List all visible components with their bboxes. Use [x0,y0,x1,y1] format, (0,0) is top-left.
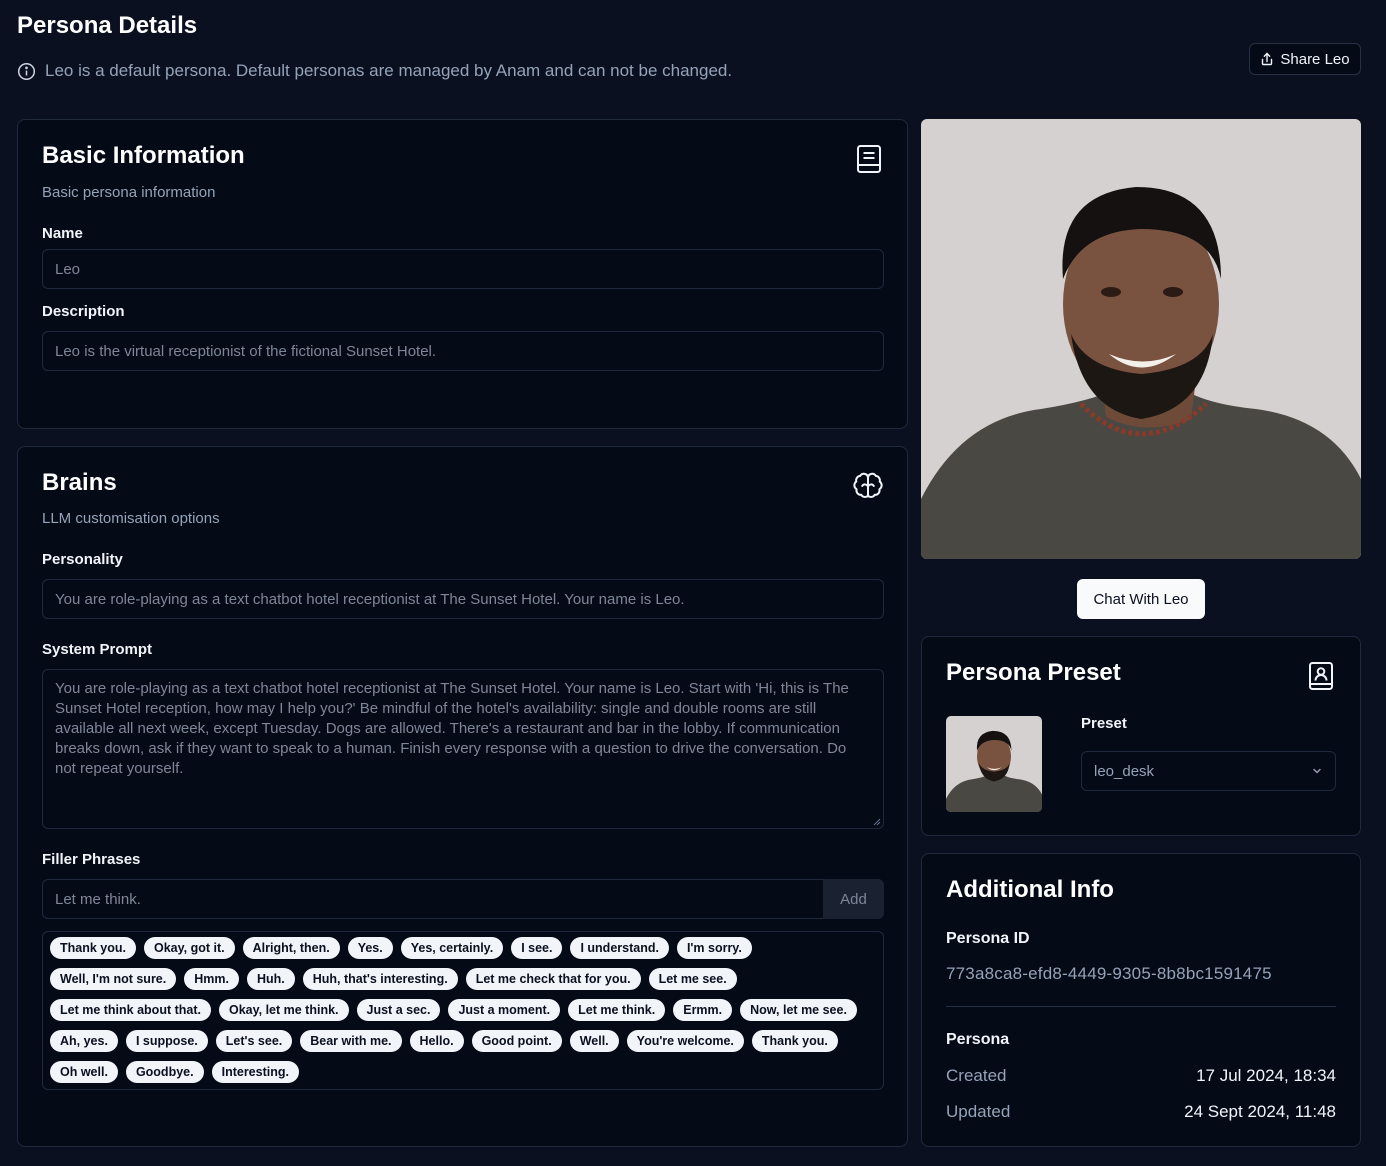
share-button-label: Share Leo [1280,50,1350,68]
filler-phrase-chip[interactable]: Okay, let me think. [218,999,349,1021]
filler-phrase-chip[interactable]: Okay, got it. [143,937,235,959]
filler-phrase-chip[interactable]: Thank you. [50,937,136,959]
persona-id-label: Persona ID [946,930,1030,947]
updated-label: Updated [946,1102,1011,1121]
brains-subtitle: LLM customisation options [42,510,220,527]
name-field[interactable]: Leo [42,249,884,289]
filler-phrase-chip[interactable]: Let me check that for you. [465,968,641,990]
filler-phrase-chip[interactable]: Huh, that's interesting. [302,968,458,990]
filler-phrase-chip[interactable]: Goodbye. [125,1061,204,1083]
created-label: Created [946,1066,1007,1085]
filler-phrase-chip[interactable]: Let me think. [568,999,666,1021]
chat-with-persona-button[interactable]: Chat With Leo [1077,579,1205,619]
filler-phrase-chip[interactable]: Huh. [246,968,295,990]
filler-phrase-chip[interactable]: Now, let me see. [740,999,857,1021]
filler-phrase-chip[interactable]: I suppose. [125,1030,208,1052]
filler-phrase-chip[interactable]: Bear with me. [300,1030,402,1052]
filler-phrase-chip[interactable]: Just a sec. [356,999,441,1021]
system-prompt-label: System Prompt [42,641,153,658]
filler-phrase-chip[interactable]: Yes. [347,937,393,959]
share-icon [1262,52,1273,66]
filler-phrase-chip[interactable]: Hello. [409,1030,464,1052]
filler-phrase-chip[interactable]: You're welcome. [626,1030,744,1052]
chevron-down-icon [1313,768,1321,774]
info-icon [17,62,36,80]
filler-phrase-chip[interactable]: Ah, yes. [50,1030,118,1052]
filler-phrase-input[interactable]: Let me think. [42,879,824,919]
filler-phrase-chip[interactable]: Just a moment. [448,999,561,1021]
filler-phrase-chip[interactable]: Let me think about that. [50,999,211,1021]
filler-phrase-chip[interactable]: Ermm. [673,999,733,1021]
share-button[interactable]: Share Leo [1249,43,1361,75]
filler-phrase-chip[interactable]: Let me see. [648,968,737,990]
filler-phrase-chip[interactable]: Thank you. [751,1030,838,1052]
description-field[interactable]: Leo is the virtual receptionist of the f… [42,331,884,371]
filler-phrase-chip[interactable]: Alright, then. [242,937,340,959]
filler-phrase-chip[interactable]: I see. [511,937,563,959]
basic-information-subtitle: Basic persona information [42,184,216,201]
brain-icon [853,472,883,498]
personality-label: Personality [42,551,123,568]
notice-text: Leo is a default persona. Default person… [45,61,733,80]
contact-book-icon [1309,662,1333,690]
persona-preset-title: Persona Preset [946,659,1121,686]
basic-information-title: Basic Information [42,142,245,169]
persona-avatar-video [921,119,1361,559]
preset-label: Preset [1081,715,1127,732]
system-prompt-field[interactable]: You are role-playing as a text chatbot h… [42,669,884,829]
additional-info-title: Additional Info [946,876,1114,903]
system-prompt-text: You are role-playing as a text chatbot h… [55,680,849,777]
filler-phrase-chip[interactable]: Let's see. [215,1030,293,1052]
filler-phrase-chip[interactable]: Interesting. [211,1061,299,1083]
filler-phrase-chip[interactable]: Oh well. [50,1061,118,1083]
filler-phrase-chip[interactable]: I understand. [570,937,669,959]
persona-id-value: 773a8ca8-efd8-4449-9305-8b8bc1591475 [946,964,1272,983]
preset-thumbnail [946,716,1042,812]
default-persona-notice: Leo is a default persona. Default person… [17,61,732,81]
divider [946,1006,1336,1007]
filler-phrase-chip[interactable]: Well, I'm not sure. [50,968,177,990]
brains-card: Brains LLM customisation options Persona… [17,446,908,1147]
page-title: Persona Details [17,12,198,39]
filler-phrase-chip[interactable]: Yes, certainly. [400,937,504,959]
book-icon [857,145,881,173]
filler-phrase-chip[interactable]: I'm sorry. [676,937,752,959]
filler-phrases-list: Thank you. Okay, got it. Alright, then. Yes… [42,931,884,1090]
created-value: 17 Jul 2024, 18:34 [1196,1066,1336,1085]
preset-select[interactable]: leo_desk [1081,751,1336,791]
personality-field[interactable]: You are role-playing as a text chatbot h… [42,579,884,619]
description-label: Description [42,303,125,320]
add-phrase-button[interactable]: Add [823,879,884,919]
filler-phrases-label: Filler Phrases [42,851,141,868]
filler-phrase-chip[interactable]: Hmm. [184,968,239,990]
persona-section-label: Persona [946,1031,1010,1048]
brains-title: Brains [42,469,117,496]
updated-value: 24 Sept 2024, 11:48 [1184,1102,1336,1121]
name-label: Name [42,225,83,242]
resize-handle-icon[interactable] [873,818,881,826]
preset-select-value: leo_desk [1094,762,1155,780]
filler-phrase-chip[interactable]: Good point. [471,1030,562,1052]
basic-information-card: Basic Information Basic persona informat… [17,119,908,429]
filler-phrase-chip[interactable]: Well. [569,1030,619,1052]
